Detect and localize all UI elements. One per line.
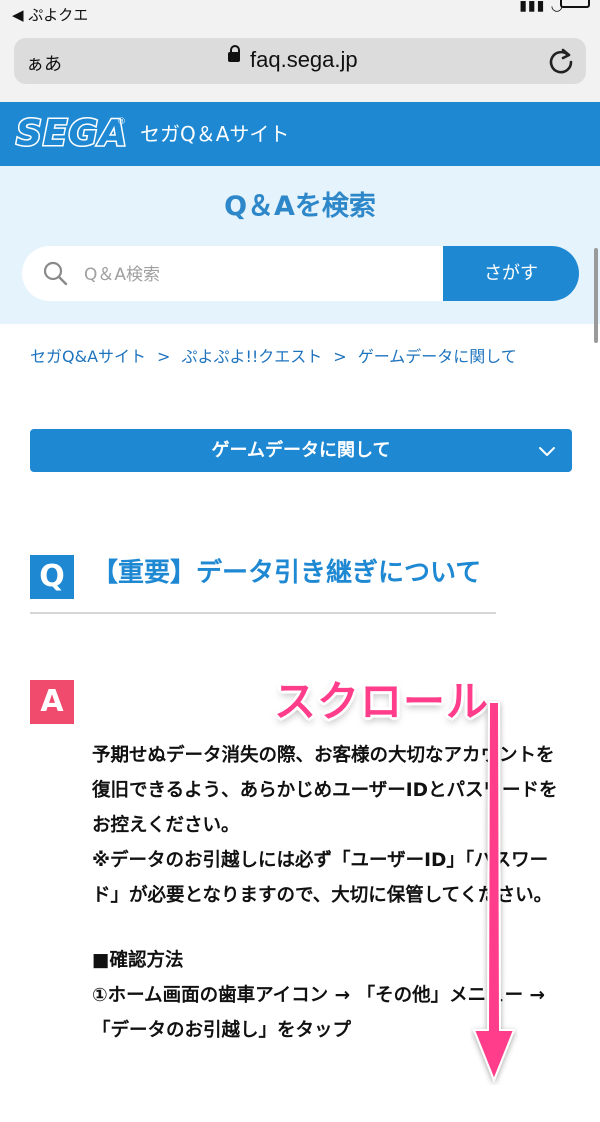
search-button[interactable]: さがす bbox=[443, 246, 579, 301]
svg-text:®: ® bbox=[117, 117, 126, 127]
search-box bbox=[22, 246, 444, 303]
site-title[interactable]: セガQ＆Aサイト bbox=[140, 118, 289, 147]
breadcrumb-item-home[interactable]: セガQ&Aサイト bbox=[30, 347, 146, 366]
question-badge: Q bbox=[30, 555, 74, 599]
answer-badge: A bbox=[30, 680, 74, 724]
page-scrollbar[interactable] bbox=[594, 248, 598, 343]
scroll-annotation-label: スクロール bbox=[274, 677, 490, 726]
search-section: Q＆Aを検索 さがす bbox=[0, 166, 600, 324]
divider bbox=[30, 612, 496, 614]
status-back-link[interactable]: ◀ ぷよクエ bbox=[12, 4, 88, 25]
browser-toolbar: ぁあ faq.sega.jp bbox=[0, 32, 600, 102]
signal-icon: ▮▮▮ ◡ bbox=[519, 0, 564, 14]
category-label: ゲームデータに関して bbox=[211, 440, 391, 461]
lock-icon bbox=[228, 45, 240, 62]
breadcrumb-item-game[interactable]: ぷよぷよ!!クエスト bbox=[181, 347, 322, 366]
scroll-down-arrow-icon bbox=[472, 701, 516, 1083]
breadcrumb-separator: > bbox=[333, 347, 347, 366]
url-text[interactable]: faq.sega.jp bbox=[250, 47, 358, 73]
chevron-down-icon bbox=[539, 447, 555, 456]
sega-logo[interactable]: SEGA ® bbox=[14, 112, 127, 154]
status-bar: ◀ ぷよクエ ▮▮▮ ◡ bbox=[0, 0, 600, 32]
reload-icon[interactable] bbox=[546, 46, 576, 76]
search-input[interactable] bbox=[82, 246, 436, 303]
search-icon bbox=[43, 261, 68, 286]
search-heading: Q＆Aを検索 bbox=[224, 191, 376, 222]
category-dropdown[interactable]: ゲームデータに関して bbox=[30, 429, 572, 472]
reader-settings-button[interactable]: ぁあ bbox=[26, 50, 62, 76]
breadcrumb-separator: > bbox=[157, 347, 171, 366]
svg-text:SEGA: SEGA bbox=[16, 113, 126, 154]
breadcrumb: セガQ&Aサイト > ぷよぷよ!!クエスト > ゲームデータに関して bbox=[30, 343, 517, 367]
battery-icon bbox=[560, 0, 590, 8]
breadcrumb-item-category[interactable]: ゲームデータに関して bbox=[358, 347, 517, 366]
question-title: 【重要】データ引き継ぎについて bbox=[92, 558, 482, 588]
site-header: SEGA ® セガQ＆Aサイト bbox=[0, 102, 600, 166]
address-bar[interactable]: ぁあ faq.sega.jp bbox=[14, 38, 586, 84]
